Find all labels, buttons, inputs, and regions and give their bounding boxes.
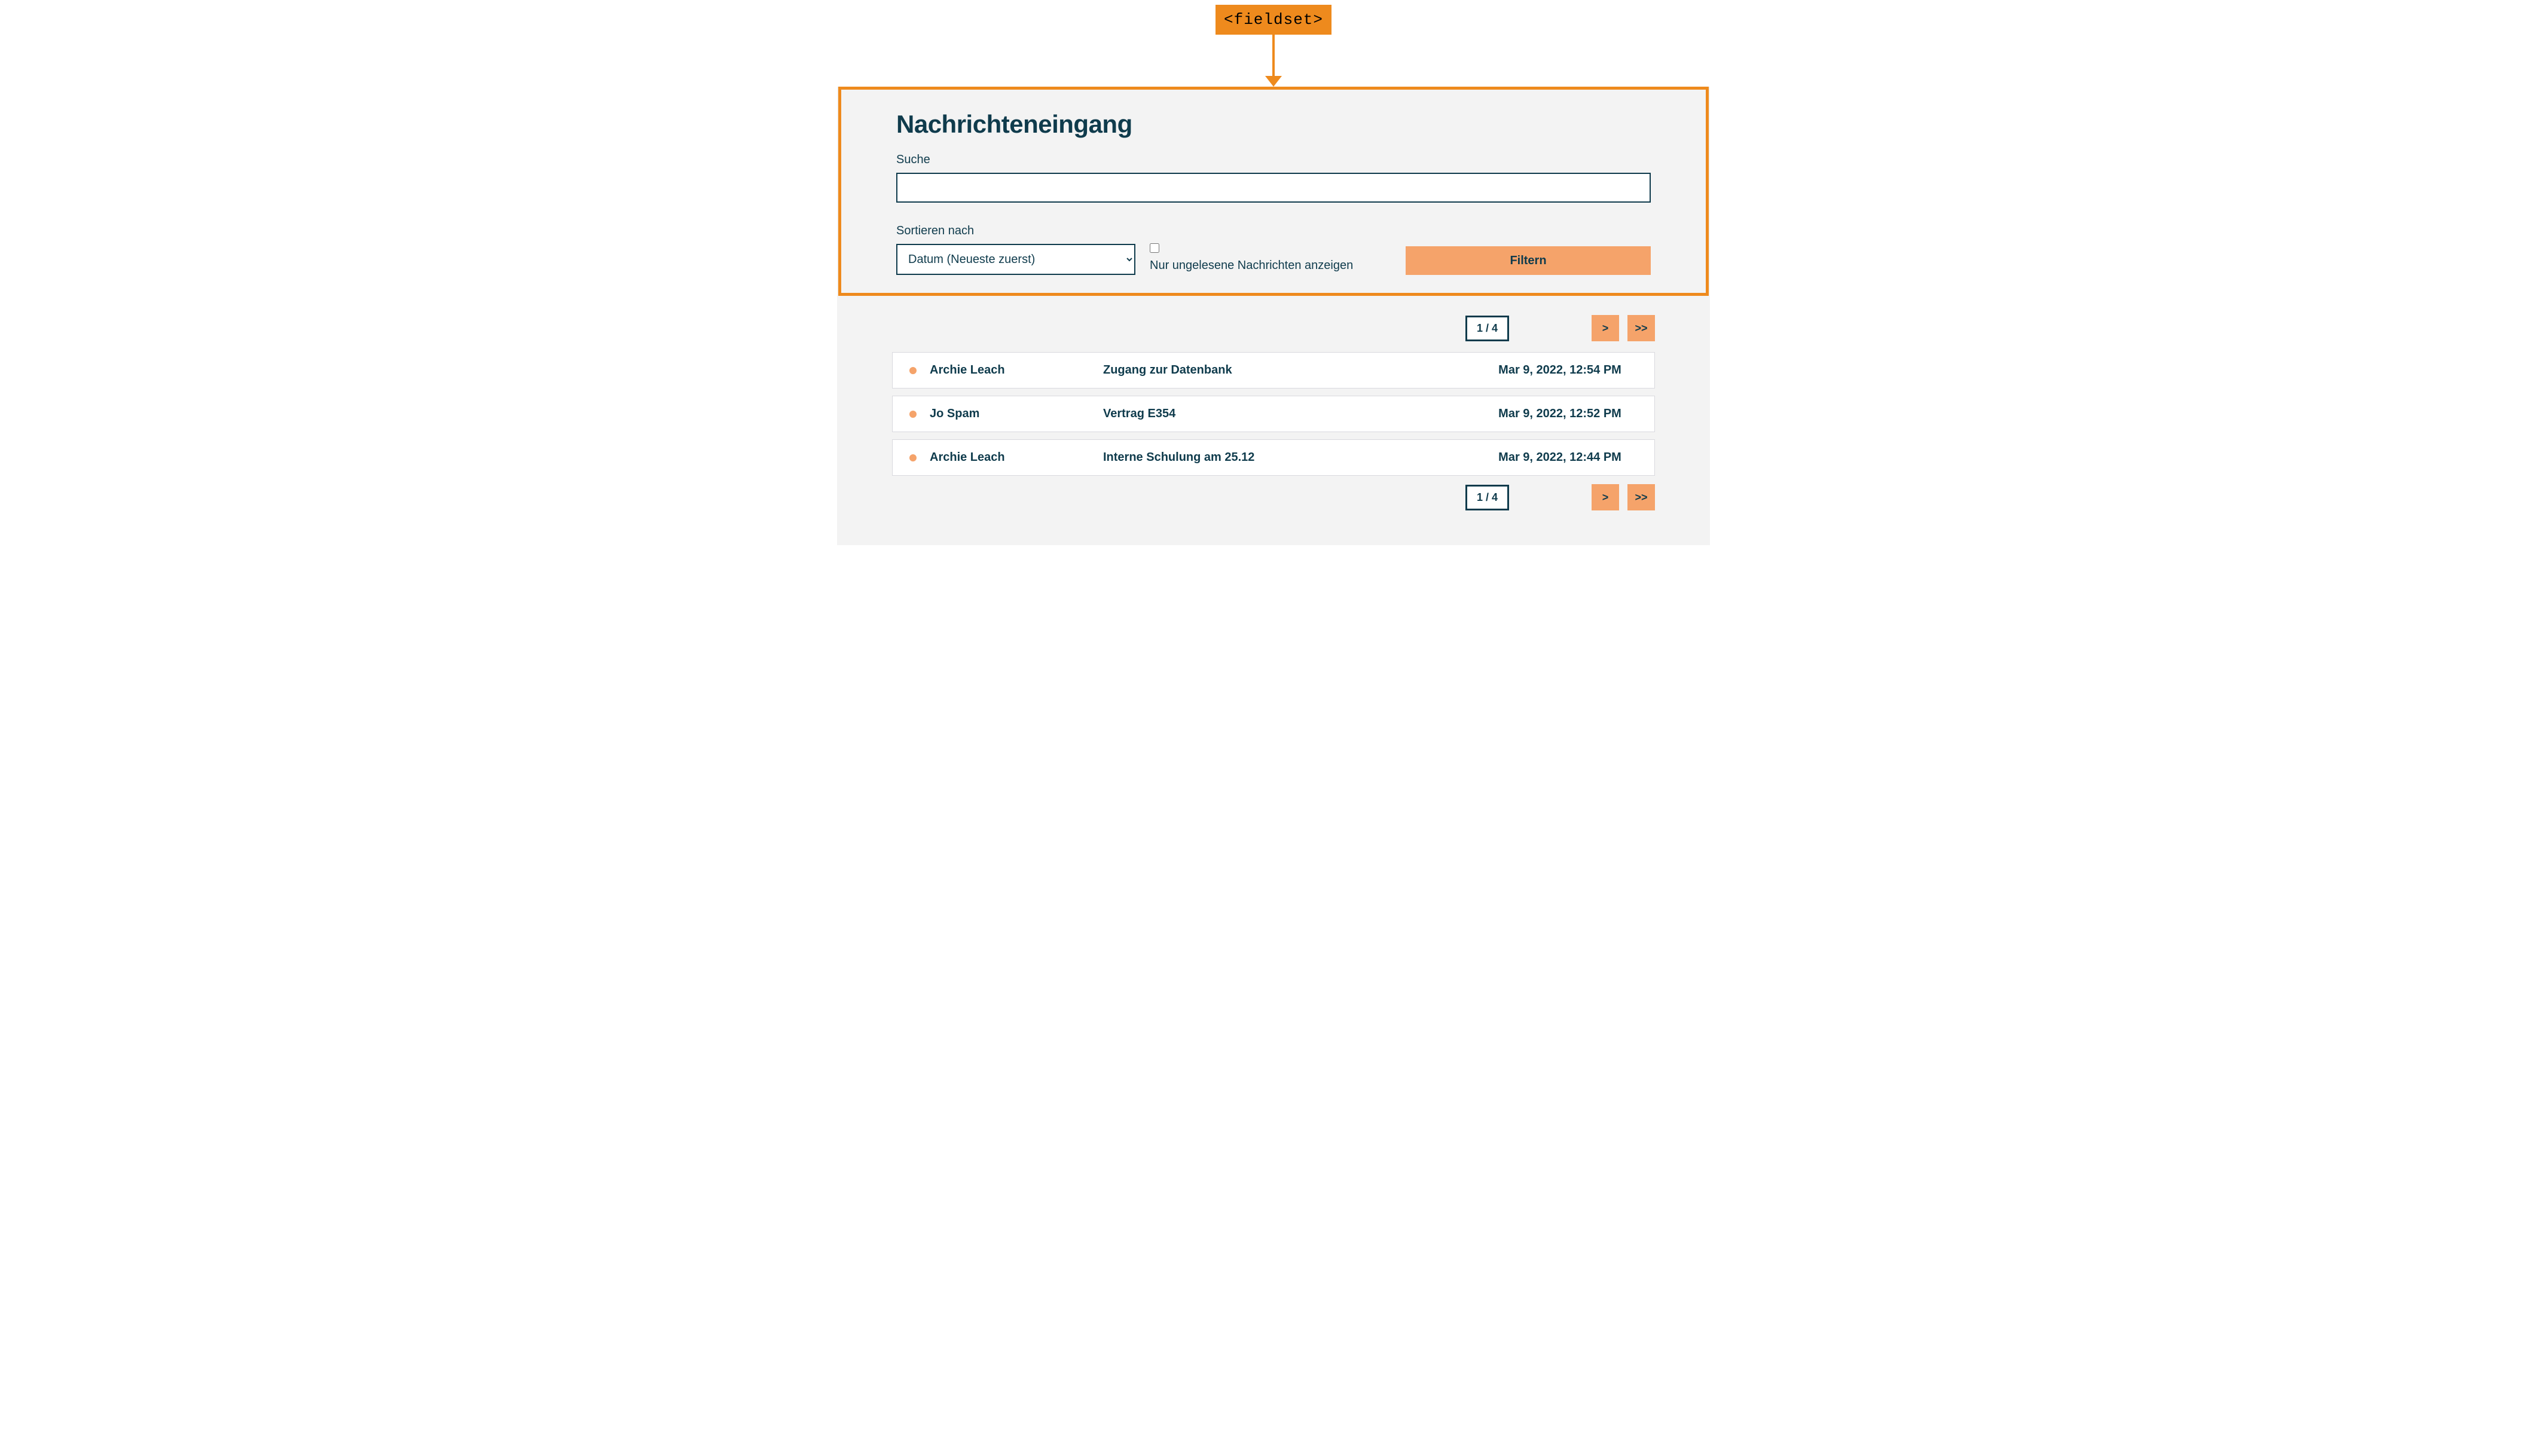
sort-select[interactable]: Datum (Neueste zuerst) <box>896 244 1135 275</box>
pager-bottom: 1 / 4 > >> <box>892 484 1655 510</box>
annotation-arrow-head-icon <box>1265 76 1282 87</box>
unread-only-checkbox[interactable] <box>1150 243 1159 253</box>
search-input[interactable] <box>896 173 1651 203</box>
message-date: Mar 9, 2022, 12:44 PM <box>1482 451 1638 464</box>
pager-next-button[interactable]: > <box>1592 315 1619 341</box>
message-row[interactable]: Archie LeachZugang zur DatenbankMar 9, 2… <box>892 352 1655 389</box>
annotation-tag-chip: <fieldset> <box>1216 5 1331 35</box>
pager-top: 1 / 4 > >> <box>892 315 1655 341</box>
unread-dot-icon <box>909 411 917 418</box>
message-sender: Archie Leach <box>930 451 1103 464</box>
sort-label: Sortieren nach <box>896 224 1135 238</box>
annotation-arrow-stem <box>1272 35 1275 77</box>
message-row[interactable]: Archie LeachInterne Schulung am 25.12Mar… <box>892 439 1655 476</box>
message-date: Mar 9, 2022, 12:54 PM <box>1482 363 1638 377</box>
page-indicator: 1 / 4 <box>1465 485 1509 510</box>
filter-button[interactable]: Filtern <box>1406 246 1651 275</box>
message-list: Archie LeachZugang zur DatenbankMar 9, 2… <box>892 352 1655 476</box>
message-subject: Interne Schulung am 25.12 <box>1103 451 1482 464</box>
message-date: Mar 9, 2022, 12:52 PM <box>1482 407 1638 421</box>
search-label: Suche <box>896 153 1651 167</box>
page-indicator: 1 / 4 <box>1465 316 1509 341</box>
unread-only-label: Nur ungelesene Nachrichten anzeigen <box>1150 259 1391 273</box>
annotation-callout: <fieldset> <box>837 0 1710 87</box>
message-row[interactable]: Jo SpamVertrag E354Mar 9, 2022, 12:52 PM <box>892 396 1655 432</box>
unread-dot-icon <box>909 367 917 374</box>
message-subject: Vertrag E354 <box>1103 407 1482 421</box>
pager-last-button[interactable]: >> <box>1627 484 1655 510</box>
pager-next-button[interactable]: > <box>1592 484 1619 510</box>
unread-dot-icon <box>909 454 917 461</box>
filter-fieldset: Nachrichteneingang Suche Sortieren nach … <box>838 87 1709 296</box>
pager-last-button[interactable]: >> <box>1627 315 1655 341</box>
message-sender: Archie Leach <box>930 363 1103 377</box>
message-sender: Jo Spam <box>930 407 1103 421</box>
page-title: Nachrichteneingang <box>896 110 1651 139</box>
message-subject: Zugang zur Datenbank <box>1103 363 1482 377</box>
